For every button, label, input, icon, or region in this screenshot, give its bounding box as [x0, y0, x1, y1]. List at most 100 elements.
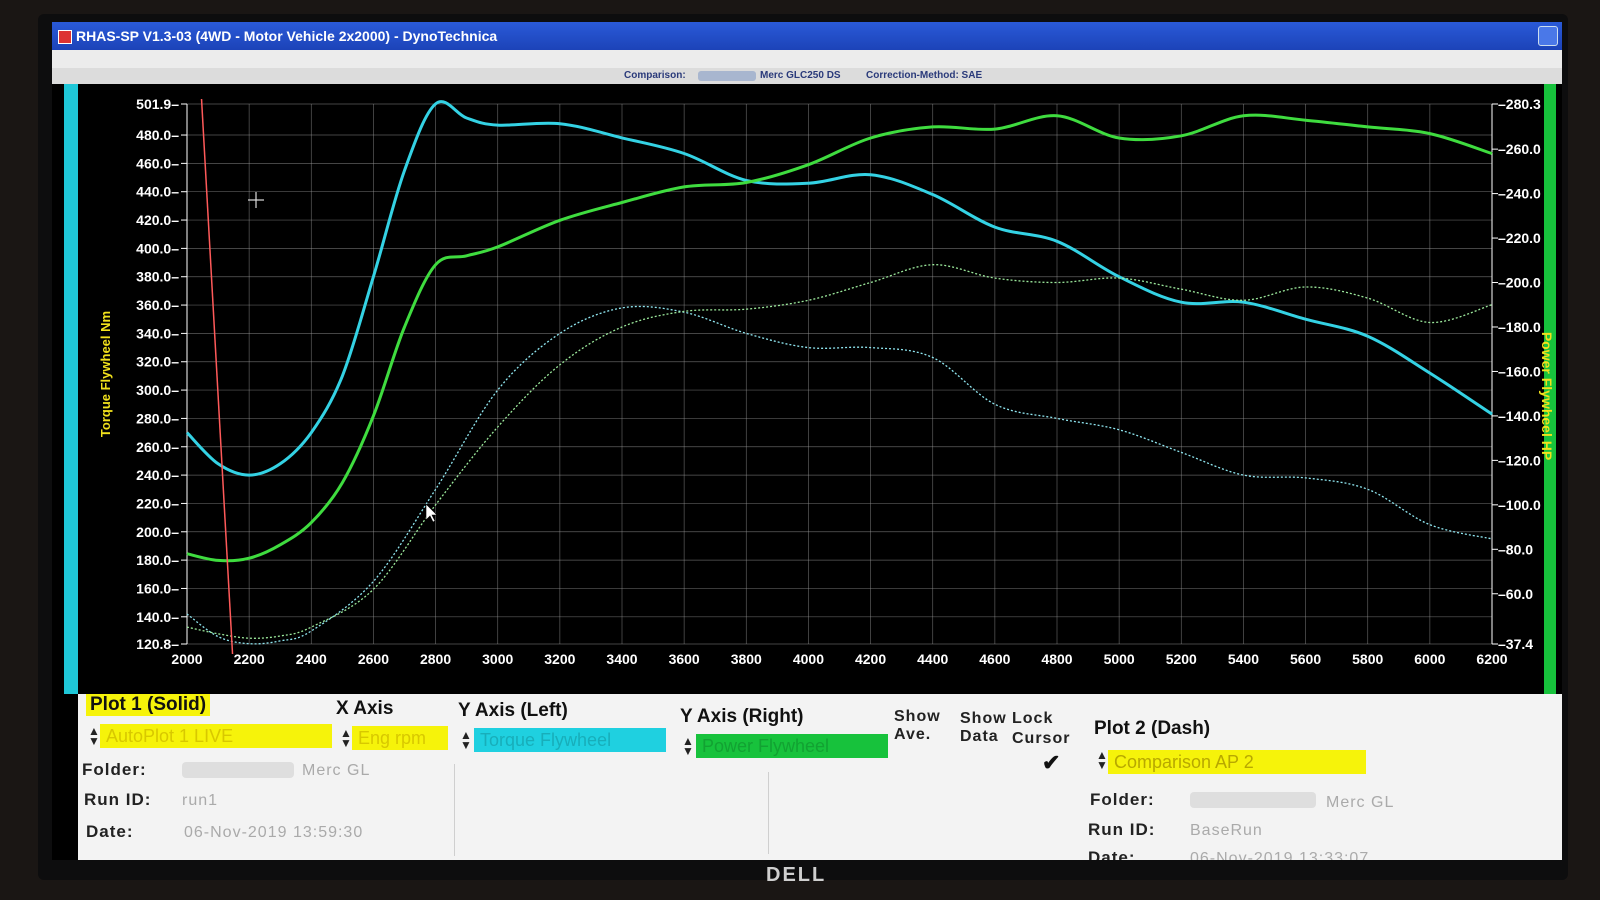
- x-tick-label: 3000: [482, 651, 513, 667]
- dyno-chart[interactable]: 501.9– 480.0– 460.0– 440.0– 420.0– 400.0– 380.…: [52, 84, 1562, 694]
- plot1-runid-label: Run ID:: [84, 790, 152, 809]
- right-tick-label: –60.0: [1498, 586, 1533, 602]
- app-icon: [58, 30, 72, 44]
- lock-cursor-checkbox[interactable]: ✔: [1042, 750, 1060, 776]
- right-tick-label: –140.0: [1498, 408, 1541, 424]
- lock-cursor-label-2[interactable]: Cursor: [1012, 730, 1070, 748]
- x-axis-title: X Axis: [336, 698, 394, 719]
- show-data-label-1: Show: [960, 710, 1007, 727]
- right-tick-label: –160.0: [1498, 363, 1541, 379]
- chart-grid: [186, 103, 1493, 645]
- show-ave-label-2[interactable]: Ave.: [894, 726, 931, 744]
- plot2-folder-redacted: [1190, 792, 1316, 808]
- right-tick-label: –37.4: [1498, 636, 1533, 652]
- y-left-title: Y Axis (Left): [458, 700, 568, 721]
- left-tick-label: 300.0–: [136, 382, 179, 398]
- left-tick-label: 360.0–: [136, 297, 179, 313]
- plot2-date-label: Date:: [1088, 848, 1136, 860]
- right-tick-label: –180.0: [1498, 319, 1541, 335]
- left-tick-label: 320.0–: [136, 354, 179, 370]
- x-tick-label: 3800: [731, 651, 762, 667]
- x-tick-label: 5400: [1228, 651, 1259, 667]
- y-left-spinner-icon[interactable]: ▲ ▼: [460, 729, 472, 751]
- x-tick-label: 5200: [1166, 651, 1197, 667]
- right-tick-label: –260.0: [1498, 141, 1541, 157]
- comparison-name-redacted: [698, 71, 756, 81]
- right-tick-label: –240.0: [1498, 186, 1541, 202]
- plot1-date-label: Date:: [86, 822, 134, 841]
- dyno-window: RHAS-SP V1.3-03 (4WD - Motor Vehicle 2x2…: [52, 22, 1562, 860]
- rpm-cursor-line[interactable]: [200, 98, 234, 655]
- x-tick-label: 2200: [234, 651, 265, 667]
- left-axis-ticks: 501.9– 480.0– 460.0– 440.0– 420.0– 400.0– 380.…: [136, 96, 187, 652]
- plot2-runid-label: Run ID:: [1088, 820, 1156, 839]
- plot2-spinner-icon[interactable]: ▲ ▼: [1096, 749, 1108, 771]
- x-axis-spinner-icon[interactable]: ▲ ▼: [340, 727, 352, 749]
- x-tick-label: 4800: [1041, 651, 1072, 667]
- plot-settings-panel: Plot 1 (Solid) ▲ ▼ AutoPlot 1 LIVE X Axis…: [78, 694, 1562, 860]
- x-tick-label: 4600: [979, 651, 1010, 667]
- x-tick-label: 2400: [296, 651, 327, 667]
- lock-cursor-label-1: Lock: [1012, 710, 1054, 727]
- x-tick-label: 4000: [793, 651, 824, 667]
- plot1-runid-value: run1: [182, 792, 219, 809]
- left-tick-label: 120.8–: [136, 636, 179, 652]
- left-tick-label: 460.0–: [136, 155, 179, 171]
- x-tick-label: 2800: [420, 651, 451, 667]
- show-data-label-2[interactable]: Data: [960, 728, 999, 746]
- plot1-title: Plot 1 (Solid): [86, 694, 211, 716]
- y-left-select[interactable]: Torque Flywheel: [474, 728, 666, 752]
- plot1-spinner-icon[interactable]: ▲ ▼: [88, 725, 100, 747]
- window-title: RHAS-SP V1.3-03 (4WD - Motor Vehicle 2x2…: [76, 28, 498, 44]
- plot1-select[interactable]: AutoPlot 1 LIVE: [100, 724, 332, 748]
- left-tick-label: 240.0–: [136, 467, 179, 483]
- x-tick-label: 3400: [606, 651, 637, 667]
- left-tick-label: 400.0–: [136, 240, 179, 256]
- show-ave-label-1: Show: [894, 708, 941, 725]
- plot1-power-line: [186, 113, 1493, 563]
- right-tick-label: –200.0: [1498, 275, 1541, 291]
- plot2-title: Plot 2 (Dash): [1094, 718, 1211, 739]
- correction-method: Correction-Method: SAE: [866, 70, 983, 81]
- x-tick-label: 5000: [1104, 651, 1135, 667]
- y-right-select[interactable]: Power Flywheel: [696, 734, 888, 758]
- minimize-button[interactable]: [1538, 26, 1558, 46]
- x-tick-label: 2000: [171, 651, 202, 667]
- comparison-label: Comparison:: [624, 70, 686, 81]
- x-tick-label: 3600: [669, 651, 700, 667]
- left-tick-label: 420.0–: [136, 212, 179, 228]
- plot2-runid-value: BaseRun: [1190, 822, 1263, 839]
- x-axis-select[interactable]: Eng rpm: [352, 726, 448, 750]
- info-bar: Comparison: Merc GLC250 DS Correction-Me…: [52, 68, 1562, 84]
- left-tick-label: 280.0–: [136, 410, 179, 426]
- left-tick-label: 140.0–: [136, 609, 179, 625]
- left-tick-label: 220.0–: [136, 495, 179, 511]
- vehicle-name: Merc GLC250 DS: [760, 70, 841, 81]
- plot2-power-line: [186, 264, 1493, 639]
- plot1-folder-value: Merc GL: [302, 762, 371, 779]
- left-tick-label: 440.0–: [136, 184, 179, 200]
- left-axis-label: Torque Flywheel Nm: [98, 311, 113, 437]
- right-tick-label: –120.0: [1498, 452, 1541, 468]
- right-tick-label: –220.0: [1498, 230, 1541, 246]
- right-tick-label: –100.0: [1498, 497, 1541, 513]
- plot2-folder-value: Merc GL: [1326, 794, 1395, 811]
- x-tick-label: 4200: [855, 651, 886, 667]
- right-tick-label: –280.3: [1498, 96, 1541, 112]
- left-tick-label: 260.0–: [136, 439, 179, 455]
- plot2-select[interactable]: Comparison AP 2: [1108, 750, 1366, 774]
- x-tick-label: 3200: [544, 651, 575, 667]
- title-bar: RHAS-SP V1.3-03 (4WD - Motor Vehicle 2x2…: [52, 22, 1562, 50]
- plot1-folder-redacted: [182, 762, 294, 778]
- menu-bar: [52, 50, 1562, 69]
- right-tick-label: –80.0: [1498, 541, 1533, 557]
- right-axis-label: Power Flywheel HP: [1539, 332, 1555, 460]
- y-right-title: Y Axis (Right): [680, 706, 804, 727]
- chart-series: [185, 100, 1493, 645]
- left-tick-label: 180.0–: [136, 552, 179, 568]
- right-axis-ticks: –280.3 –260.0 –240.0 –220.0 –200.0 –180.0 –160…: [1492, 96, 1541, 652]
- x-tick-label: 5600: [1290, 651, 1321, 667]
- y-right-spinner-icon[interactable]: ▲ ▼: [682, 735, 694, 757]
- left-tick-label: 200.0–: [136, 524, 179, 540]
- plot2-date-value: 06-Nov-2019 13:33:07: [1190, 850, 1370, 860]
